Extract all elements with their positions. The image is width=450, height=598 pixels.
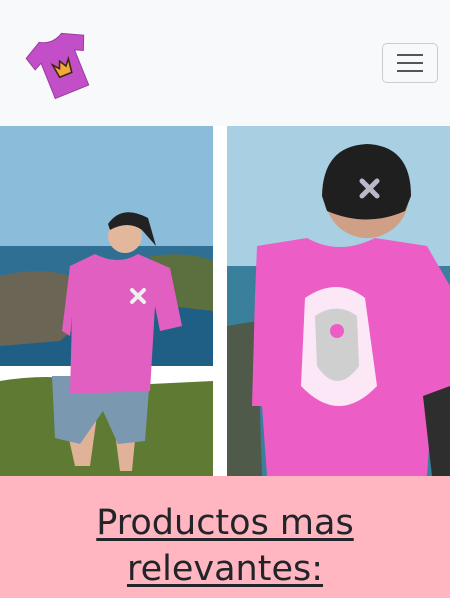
- navbar-toggler-button[interactable]: [382, 43, 438, 83]
- product-photo-front: [0, 126, 213, 476]
- product-photo-back: [227, 126, 450, 476]
- navbar: [0, 0, 450, 126]
- relevant-products-section: Productos mas relevantes:: [0, 476, 450, 598]
- pink-tshirt-logo-icon: [25, 32, 90, 100]
- section-title: Productos mas relevantes:: [96, 503, 354, 589]
- hamburger-menu-icon: [397, 54, 423, 72]
